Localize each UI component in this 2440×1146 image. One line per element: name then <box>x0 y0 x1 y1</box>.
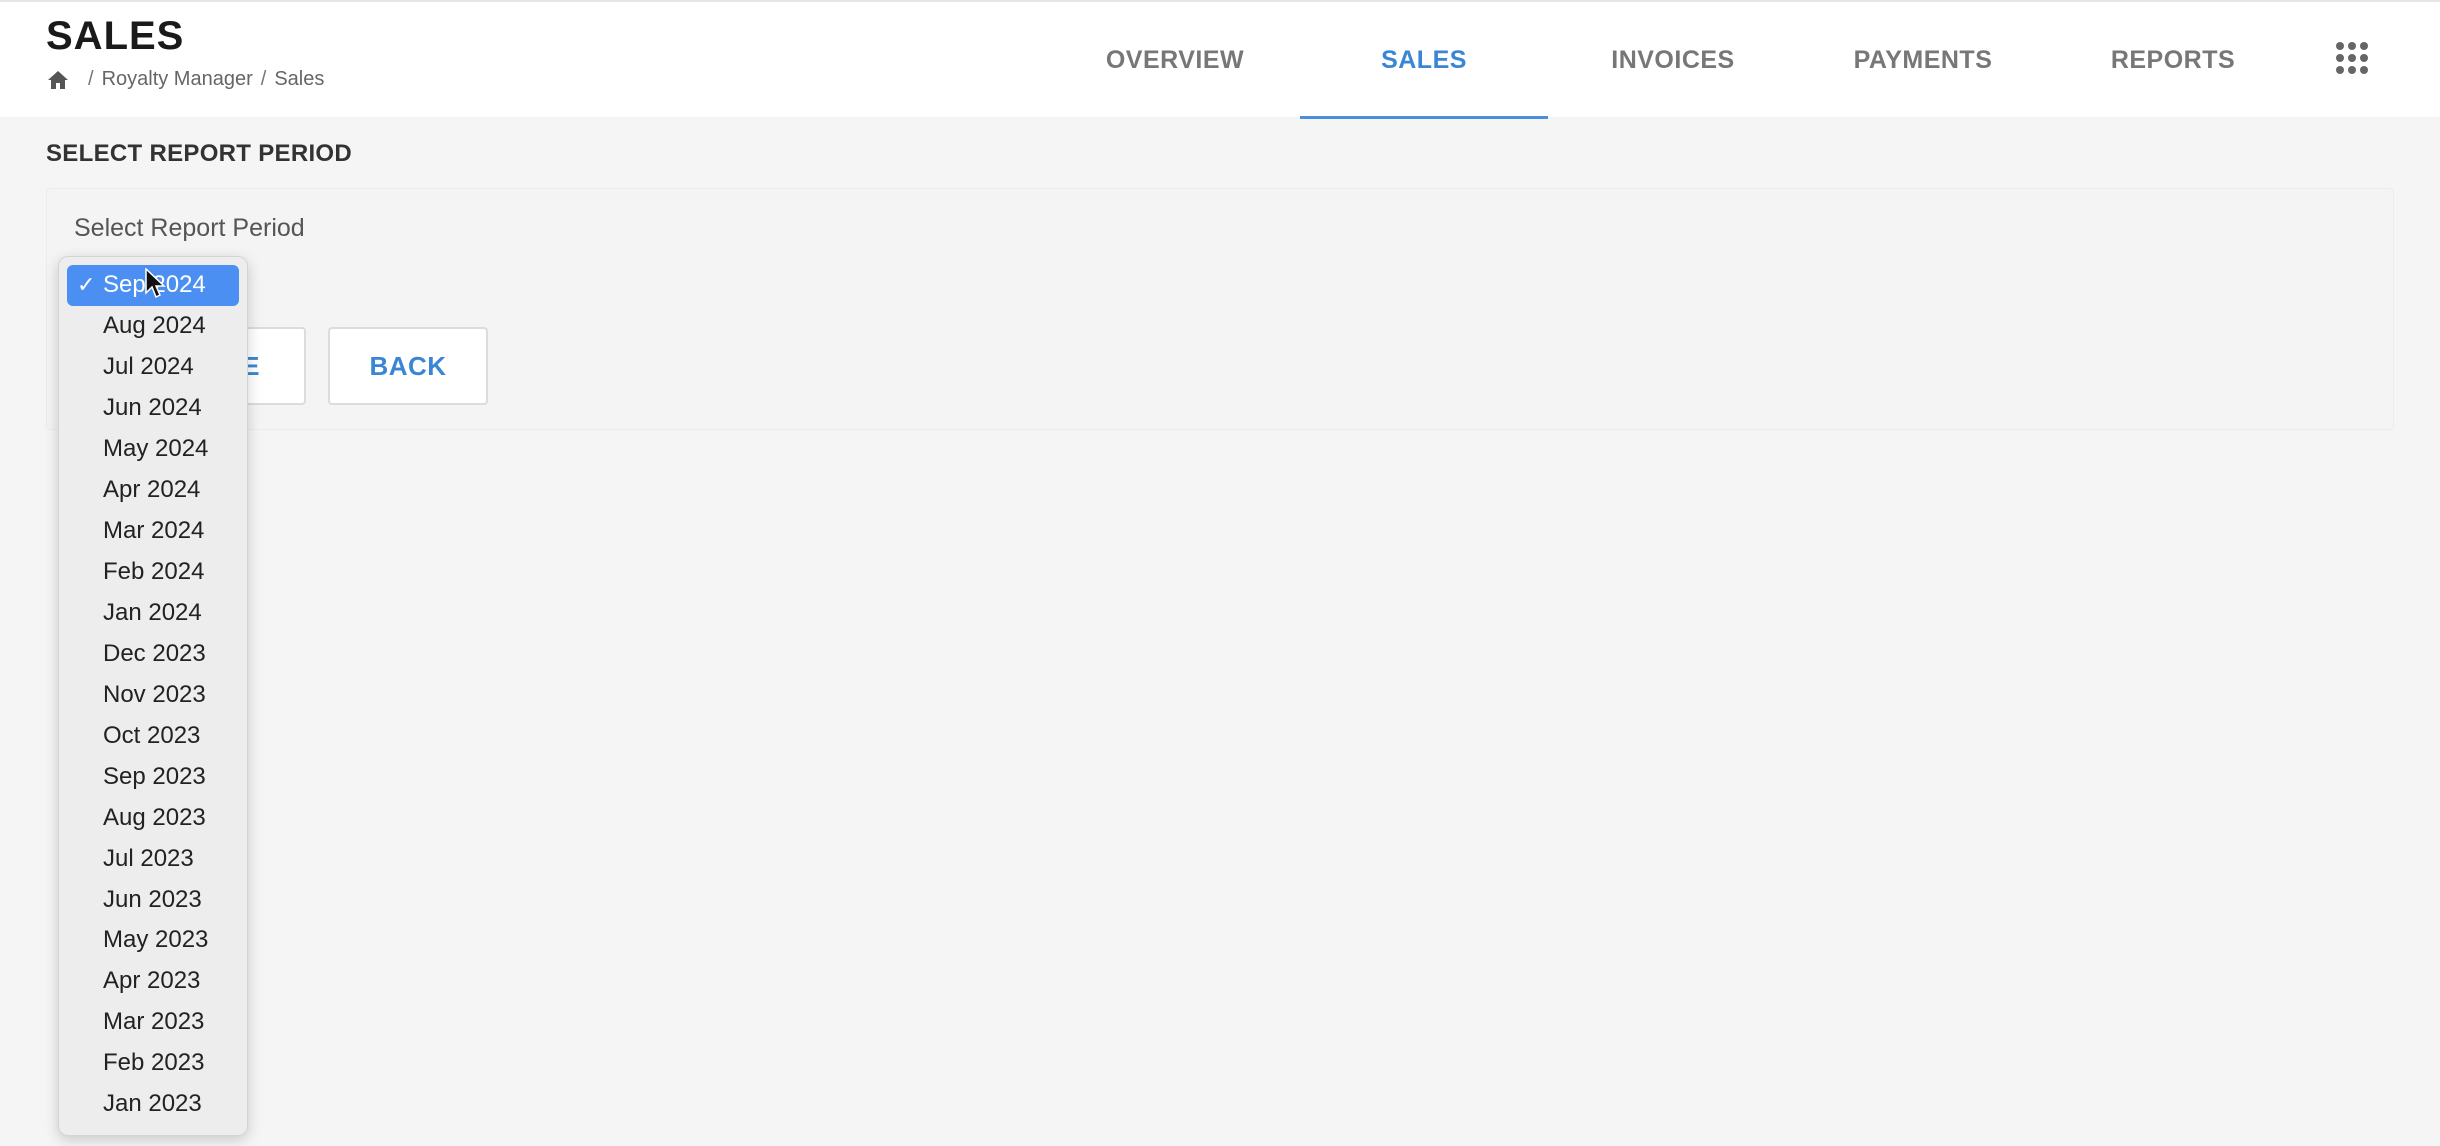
breadcrumb-item-royalty-manager[interactable]: Royalty Manager <box>102 68 253 91</box>
dropdown-option[interactable]: Jun 2024 <box>67 388 239 429</box>
dropdown-option-selected[interactable]: ✓ Sep 2024 <box>67 265 239 306</box>
dropdown-option[interactable]: Apr 2024 <box>67 470 239 511</box>
dropdown-option[interactable]: Feb 2024 <box>67 552 239 593</box>
dropdown-option[interactable]: Mar 2024 <box>67 511 239 552</box>
tab-overview[interactable]: OVERVIEW <box>1050 2 1300 119</box>
dropdown-option[interactable]: Aug 2023 <box>67 797 239 838</box>
dropdown-option[interactable]: May 2023 <box>67 920 239 961</box>
dropdown-option[interactable]: Mar 2023 <box>67 1002 239 1043</box>
breadcrumb-item-sales: Sales <box>274 68 325 90</box>
page-title: SALES <box>46 14 185 58</box>
option-label: Sep 2024 <box>103 271 206 299</box>
tab-payments[interactable]: PAYMENTS <box>1798 2 2048 119</box>
breadcrumb-separator: / <box>88 68 94 90</box>
dropdown-option[interactable]: Jul 2024 <box>67 347 239 388</box>
checkmark-icon: ✓ <box>77 272 96 298</box>
dropdown-option[interactable]: Jul 2023 <box>67 838 239 879</box>
dropdown-option[interactable]: Feb 2023 <box>67 1043 239 1084</box>
report-period-label: Select Report Period <box>74 214 305 242</box>
app-header: SALES / Royalty Manager / Sales OVERVIEW… <box>0 0 2440 119</box>
dropdown-option[interactable]: Nov 2023 <box>67 674 239 715</box>
dropdown-option[interactable]: Dec 2023 <box>67 633 239 674</box>
dropdown-option[interactable]: Apr 2023 <box>67 961 239 1002</box>
breadcrumb: / Royalty Manager / Sales <box>46 68 324 91</box>
home-icon[interactable] <box>46 69 70 91</box>
section-title: SELECT REPORT PERIOD <box>46 140 353 167</box>
breadcrumb-separator: / <box>260 68 267 90</box>
tab-reports[interactable]: REPORTS <box>2048 2 2298 119</box>
dropdown-option[interactable]: Jan 2023 <box>67 1084 239 1125</box>
report-period-dropdown[interactable]: ✓ Sep 2024 Aug 2024 Jul 2024 Jun 2024 Ma… <box>58 256 248 1136</box>
dropdown-option[interactable]: Aug 2024 <box>67 306 239 347</box>
apps-grid-icon[interactable] <box>2336 42 2368 74</box>
dropdown-option[interactable]: Jan 2024 <box>67 593 239 634</box>
tab-invoices[interactable]: INVOICES <box>1548 2 1798 119</box>
dropdown-option[interactable]: May 2024 <box>67 429 239 470</box>
dropdown-option[interactable]: Sep 2023 <box>67 756 239 797</box>
dropdown-option[interactable]: Jun 2023 <box>67 879 239 920</box>
tab-sales[interactable]: SALES <box>1300 2 1548 119</box>
dropdown-option[interactable]: Oct 2023 <box>67 715 239 756</box>
back-button[interactable]: BACK <box>328 327 488 405</box>
